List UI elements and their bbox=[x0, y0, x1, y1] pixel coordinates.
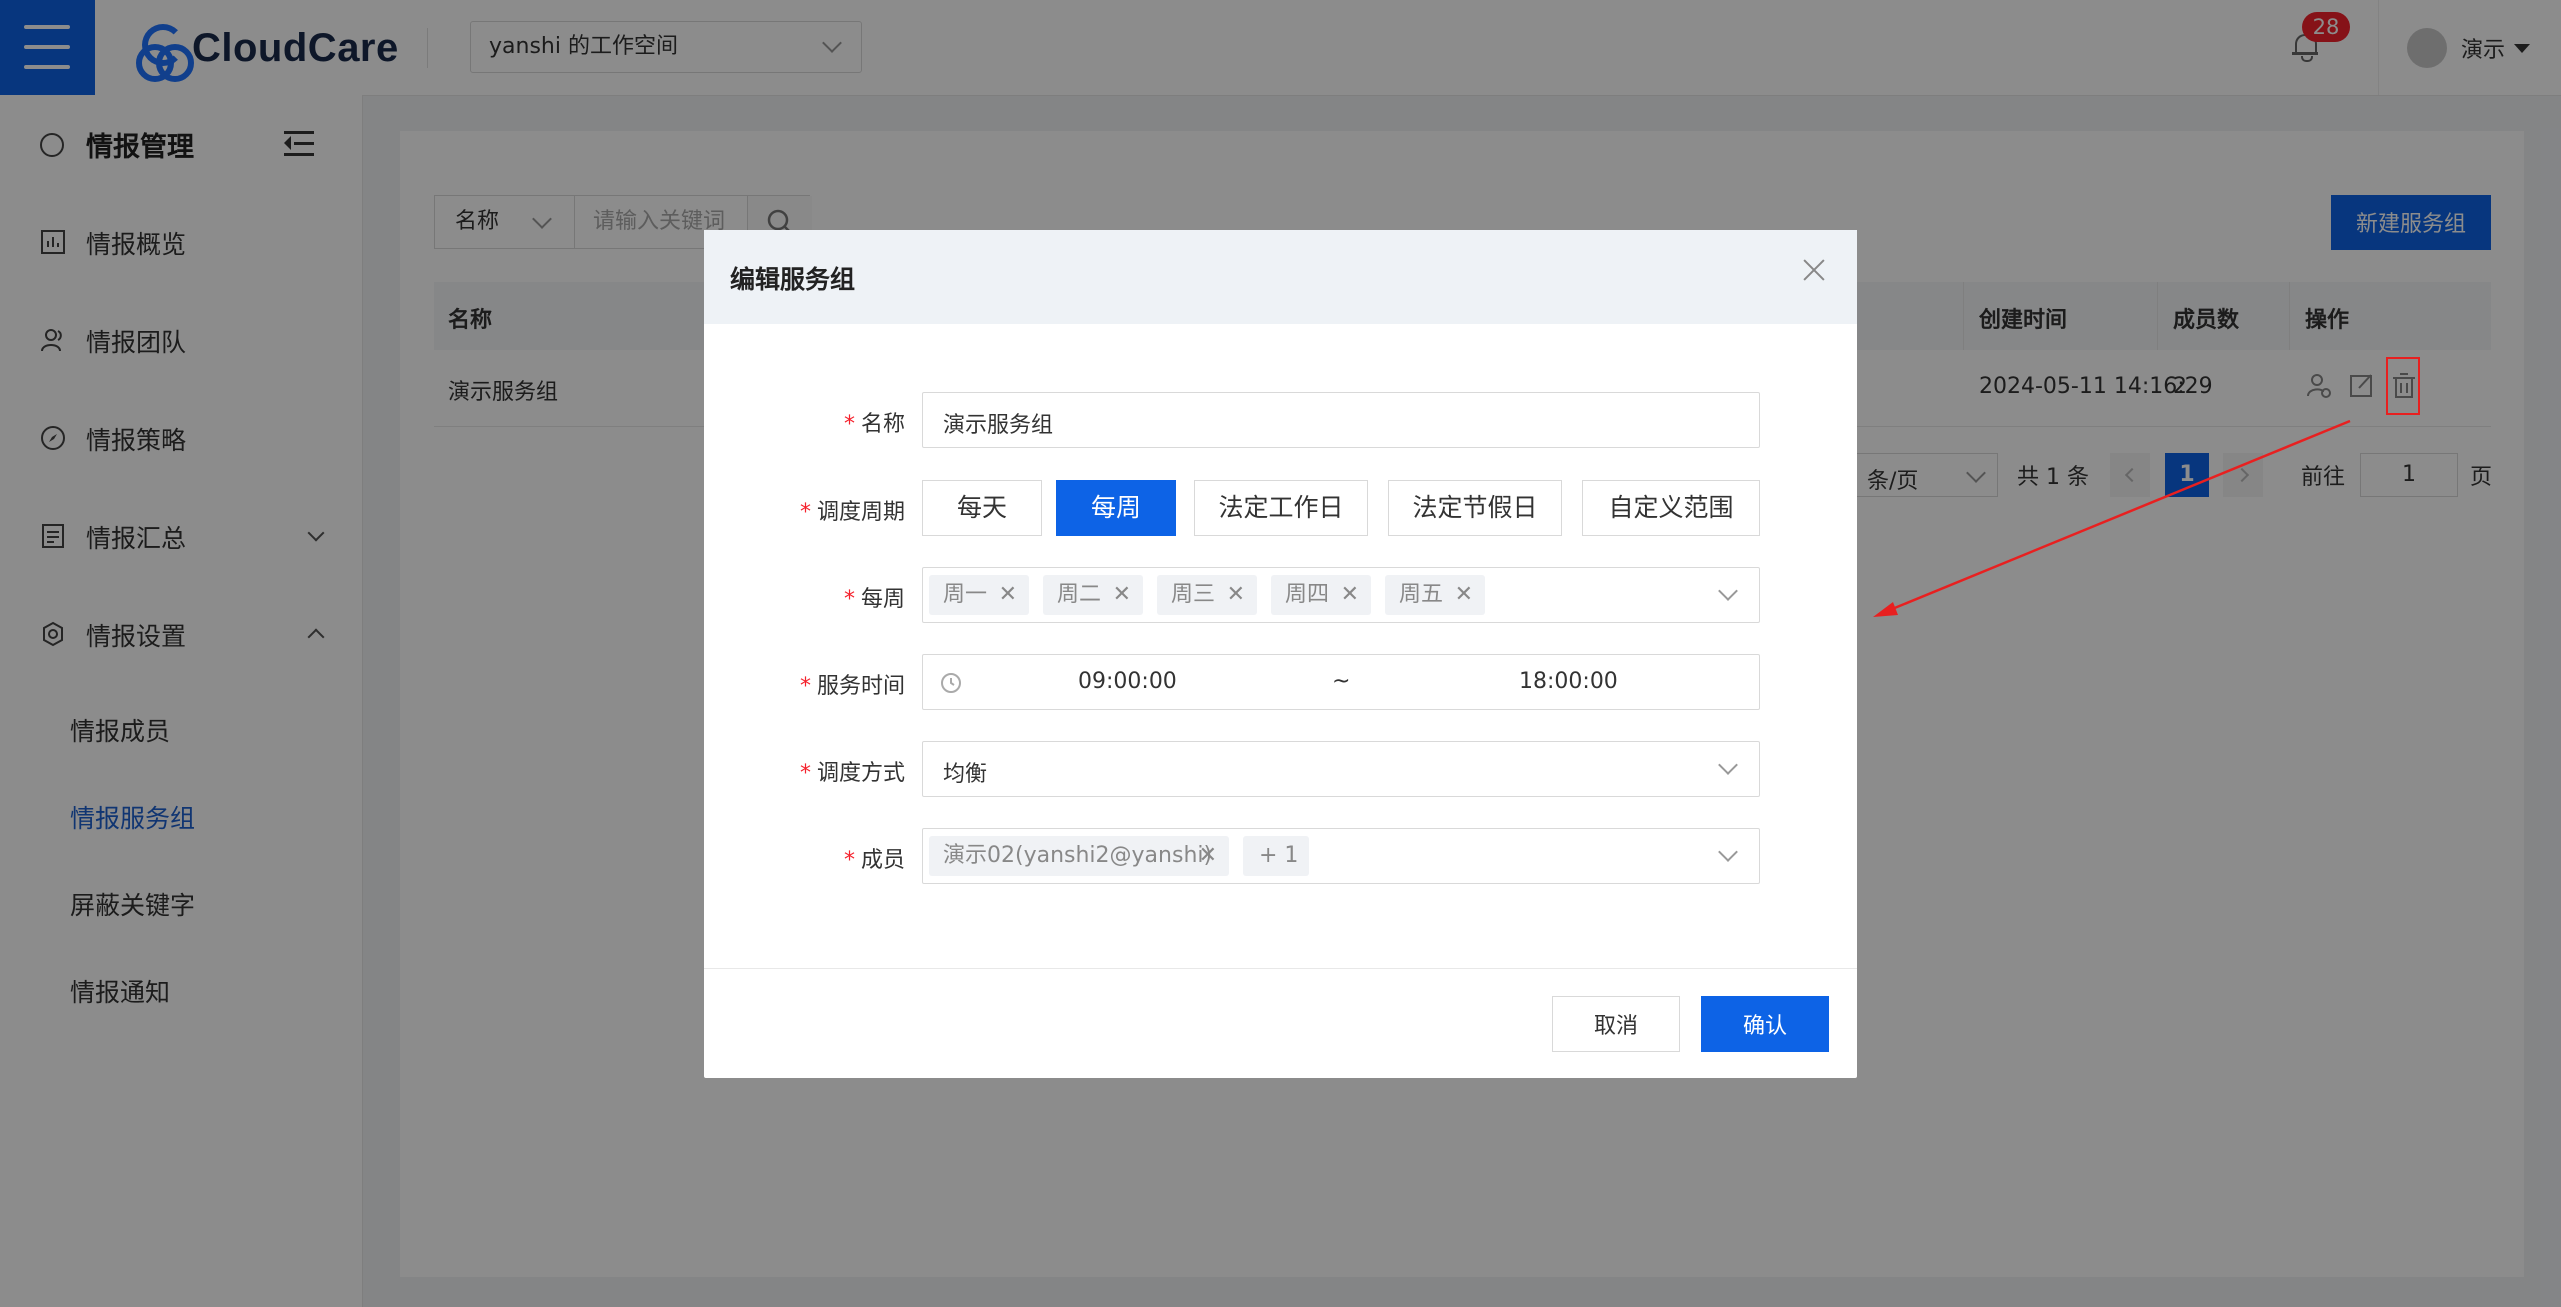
time-range-picker[interactable]: 09:00:00 ~ 18:00:00 bbox=[922, 654, 1760, 710]
field-label-cycle: * 调度周期 bbox=[799, 500, 905, 525]
chevron-down-icon bbox=[1718, 842, 1738, 862]
method-value: 均衡 bbox=[943, 762, 988, 787]
member-tag: 演示02(yanshi2@yanshi) ✕ bbox=[929, 836, 1229, 876]
form-row-time: * 服务时间 09:00:00 ~ 18:00:00 bbox=[704, 654, 1857, 710]
chevron-down-icon bbox=[1718, 755, 1738, 775]
weekday-tag: 周一 ✕ bbox=[929, 575, 1029, 615]
field-label-method: * 调度方式 bbox=[799, 761, 905, 786]
field-label-members: * 成员 bbox=[843, 848, 905, 873]
close-icon[interactable]: ✕ bbox=[1455, 575, 1473, 615]
more-members-tag: + 1 bbox=[1243, 836, 1309, 876]
field-label-weekly: * 每周 bbox=[843, 587, 905, 612]
weekday-tag: 周四 ✕ bbox=[1271, 575, 1371, 615]
close-icon[interactable]: ✕ bbox=[1341, 575, 1359, 615]
members-multiselect[interactable]: 演示02(yanshi2@yanshi) ✕ + 1 bbox=[922, 828, 1760, 884]
name-value: 演示服务组 bbox=[943, 413, 1054, 438]
weekday-tag: 周三 ✕ bbox=[1157, 575, 1257, 615]
chevron-down-icon bbox=[1718, 581, 1738, 601]
cycle-option-custom[interactable]: 自定义范围 bbox=[1582, 480, 1760, 536]
form-row-name: * 名称 演示服务组 bbox=[704, 392, 1857, 448]
cycle-option-workdays[interactable]: 法定工作日 bbox=[1194, 480, 1368, 536]
clock-icon bbox=[941, 673, 961, 693]
dialog-header: 编辑服务组 bbox=[704, 230, 1857, 324]
dialog-title: 编辑服务组 bbox=[730, 265, 856, 294]
close-icon[interactable]: ✕ bbox=[1227, 575, 1245, 615]
form-row-members: * 成员 演示02(yanshi2@yanshi) ✕ + 1 bbox=[704, 828, 1857, 884]
form-row-cycle: * 调度周期 每天 每周 法定工作日 法定节假日 自定义范围 bbox=[704, 480, 1857, 536]
weekday-multiselect[interactable]: 周一 ✕ 周二 ✕ 周三 ✕ 周四 ✕ 周五 ✕ bbox=[922, 567, 1760, 623]
cycle-option-daily[interactable]: 每天 bbox=[922, 480, 1042, 536]
cycle-option-holidays[interactable]: 法定节假日 bbox=[1388, 480, 1562, 536]
cycle-option-weekly[interactable]: 每周 bbox=[1056, 480, 1176, 536]
close-icon[interactable]: ✕ bbox=[999, 575, 1017, 615]
field-label-name: * 名称 bbox=[843, 412, 905, 437]
close-icon[interactable]: ✕ bbox=[1199, 836, 1217, 876]
confirm-button[interactable]: 确认 bbox=[1701, 996, 1829, 1052]
close-icon[interactable]: ✕ bbox=[1113, 575, 1131, 615]
start-time[interactable]: 09:00:00 bbox=[1078, 669, 1177, 694]
name-input[interactable]: 演示服务组 bbox=[922, 392, 1760, 448]
end-time[interactable]: 18:00:00 bbox=[1519, 669, 1618, 694]
weekday-tag: 周五 ✕ bbox=[1385, 575, 1485, 615]
close-icon[interactable] bbox=[1802, 258, 1826, 282]
edit-service-group-dialog: 编辑服务组 * 名称 演示服务组 * 调度周期 每天 每周 法定工作日 法定节假日 … bbox=[704, 230, 1857, 1078]
dispatch-method-select[interactable]: 均衡 bbox=[922, 741, 1760, 797]
weekday-tag: 周二 ✕ bbox=[1043, 575, 1143, 615]
cancel-button[interactable]: 取消 bbox=[1552, 996, 1680, 1052]
dialog-footer-divider bbox=[704, 968, 1857, 969]
form-row-weekly: * 每周 周一 ✕ 周二 ✕ 周三 ✕ 周四 ✕ 周五 ✕ bbox=[704, 567, 1857, 623]
time-separator: ~ bbox=[1332, 669, 1351, 694]
field-label-time: * 服务时间 bbox=[799, 674, 905, 699]
form-row-method: * 调度方式 均衡 bbox=[704, 741, 1857, 797]
